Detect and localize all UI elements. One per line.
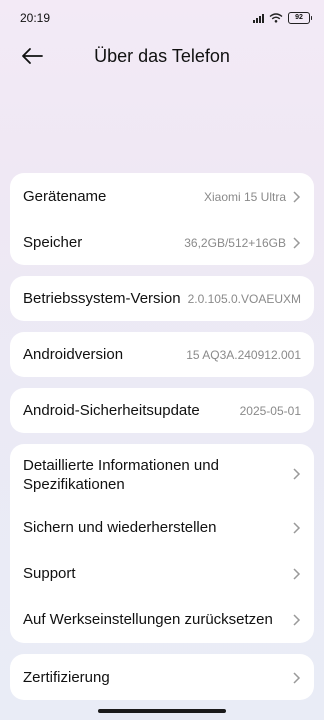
chevron-right-icon	[293, 237, 301, 249]
chevron-right-icon	[293, 614, 301, 626]
chevron-right-icon	[293, 522, 301, 534]
backup-restore-row[interactable]: Sichern und wiederherstellen	[10, 504, 314, 550]
os-version-row: Betriebssystem-Version 2.0.105.0.VOAEUXM	[10, 276, 314, 321]
chevron-right-icon	[293, 191, 301, 203]
home-indicator[interactable]	[98, 709, 226, 713]
card-device: Gerätename Xiaomi 15 Ultra Speicher 36,2…	[10, 173, 314, 265]
backup-restore-label: Sichern und wiederherstellen	[23, 519, 217, 536]
header: Über das Telefon	[0, 36, 324, 76]
storage-value: 36,2GB/512+16GB	[184, 236, 286, 250]
storage-row[interactable]: Speicher 36,2GB/512+16GB	[10, 219, 314, 265]
security-update-label: Android-Sicherheitsupdate	[23, 402, 200, 419]
certification-label: Zertifizierung	[23, 669, 110, 686]
chevron-right-icon	[293, 568, 301, 580]
status-icons: 92	[253, 12, 312, 24]
chevron-right-icon	[293, 468, 301, 480]
card-security-update: Android-Sicherheitsupdate 2025-05-01	[10, 388, 314, 433]
factory-reset-row[interactable]: Auf Werkseinstellungen zurücksetzen	[10, 596, 314, 643]
chevron-right-icon	[293, 672, 301, 684]
os-version-value: 2.0.105.0.VOAEUXM	[187, 292, 301, 306]
factory-reset-label: Auf Werkseinstellungen zurücksetzen	[23, 611, 273, 628]
storage-label: Speicher	[23, 234, 83, 251]
device-name-value: Xiaomi 15 Ultra	[203, 190, 286, 204]
android-version-label: Androidversion	[23, 346, 124, 363]
support-row[interactable]: Support	[10, 550, 314, 596]
security-update-row: Android-Sicherheitsupdate 2025-05-01	[10, 388, 314, 433]
wifi-icon	[269, 13, 283, 23]
card-menu: Detaillierte Informationen und Spezifika…	[10, 444, 314, 643]
status-time: 20:19	[20, 11, 51, 25]
battery-icon: 92	[288, 12, 312, 24]
detailed-info-label-line1: Detaillierte Informationen und	[23, 457, 219, 474]
card-android-version: Androidversion 15 AQ3A.240912.001	[10, 332, 314, 377]
device-name-label: Gerätename	[23, 188, 107, 205]
status-bar: 20:19 92	[0, 0, 324, 36]
android-version-row: Androidversion 15 AQ3A.240912.001	[10, 332, 314, 377]
support-label: Support	[23, 565, 76, 582]
card-certification: Zertifizierung	[10, 654, 314, 700]
detailed-info-label-line2: Spezifikationen	[23, 476, 125, 493]
page-title: Über das Telefon	[94, 46, 230, 66]
os-version-label: Betriebssystem-Version	[23, 290, 181, 307]
device-name-row[interactable]: Gerätename Xiaomi 15 Ultra	[10, 173, 314, 219]
signal-icon	[253, 13, 264, 23]
certification-row[interactable]: Zertifizierung	[10, 654, 314, 700]
android-version-value: 15 AQ3A.240912.001	[186, 348, 301, 362]
security-update-value: 2025-05-01	[239, 404, 301, 418]
detailed-info-row[interactable]: Detaillierte Informationen und Spezifika…	[10, 444, 314, 504]
card-os-version: Betriebssystem-Version 2.0.105.0.VOAEUXM	[10, 276, 314, 321]
